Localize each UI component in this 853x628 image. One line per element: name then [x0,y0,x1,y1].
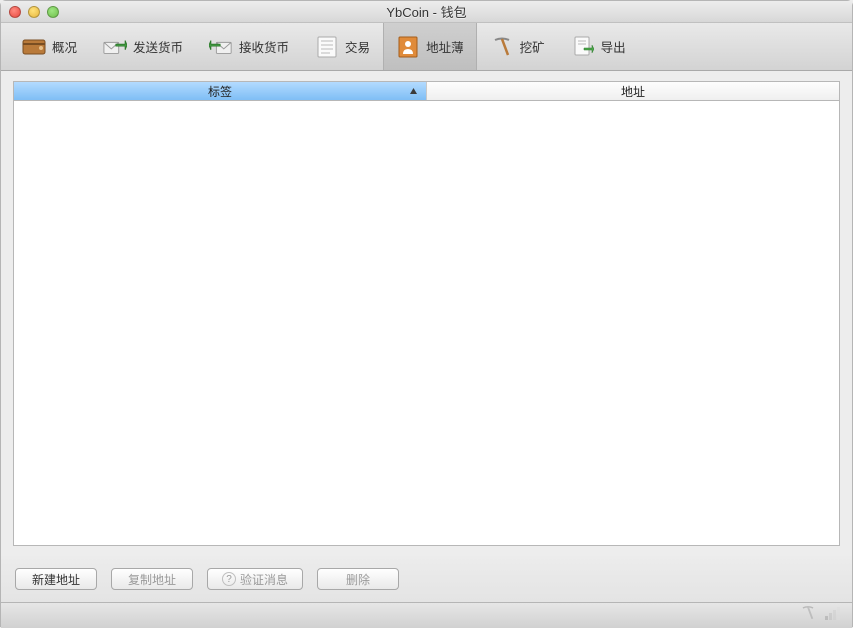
send-icon [103,35,127,59]
maximize-icon[interactable] [47,6,59,18]
verify-message-button[interactable]: ? 验证消息 [207,568,303,590]
delete-button[interactable]: 删除 [317,568,399,590]
help-icon: ? [222,572,236,586]
export-icon [571,35,595,59]
table-body[interactable] [14,101,839,545]
transactions-icon [315,35,339,59]
toolbar-overview[interactable]: 概况 [9,23,90,70]
wallet-icon [22,35,46,59]
window-title: YbCoin - 钱包 [1,2,852,21]
statusbar [1,602,852,628]
titlebar: YbCoin - 钱包 [1,1,852,23]
button-label: 复制地址 [128,571,176,588]
toolbar-export[interactable]: 导出 [558,23,639,70]
toolbar-send[interactable]: 发送货币 [90,23,196,70]
minimize-icon[interactable] [28,6,40,18]
toolbar-label: 接收货币 [239,37,289,56]
toolbar-mining[interactable]: 挖矿 [477,23,558,70]
toolbar-address-book[interactable]: 地址薄 [383,23,477,70]
column-label: 标签 [208,83,232,100]
button-bar: 新建地址 复制地址 ? 验证消息 删除 [1,556,852,602]
address-table: 标签 地址 [13,81,840,546]
new-address-button[interactable]: 新建地址 [15,568,97,590]
toolbar-label: 交易 [345,37,370,56]
column-header-label[interactable]: 标签 [14,82,427,100]
toolbar-label: 导出 [601,37,626,56]
toolbar-transactions[interactable]: 交易 [302,23,383,70]
close-icon[interactable] [9,6,21,18]
column-label: 地址 [621,83,645,100]
toolbar: 概况 发送货币 接收货币 交易 地址薄 挖矿 导出 [1,23,852,71]
content-area: 标签 地址 [1,71,852,556]
sort-asc-icon [409,84,418,98]
mining-status-icon [800,605,816,626]
table-header: 标签 地址 [14,82,839,101]
toolbar-label: 发送货币 [133,37,183,56]
copy-address-button[interactable]: 复制地址 [111,568,193,590]
button-label: 验证消息 [240,571,288,588]
address-book-icon [396,35,420,59]
toolbar-label: 地址薄 [426,37,464,56]
toolbar-label: 概况 [52,37,77,56]
network-status-icon [824,606,842,625]
toolbar-label: 挖矿 [520,37,545,56]
pickaxe-icon [490,35,514,59]
receive-icon [209,35,233,59]
column-header-address[interactable]: 地址 [427,82,839,100]
toolbar-receive[interactable]: 接收货币 [196,23,302,70]
button-label: 删除 [346,571,370,588]
window-controls [9,6,59,18]
button-label: 新建地址 [32,571,80,588]
